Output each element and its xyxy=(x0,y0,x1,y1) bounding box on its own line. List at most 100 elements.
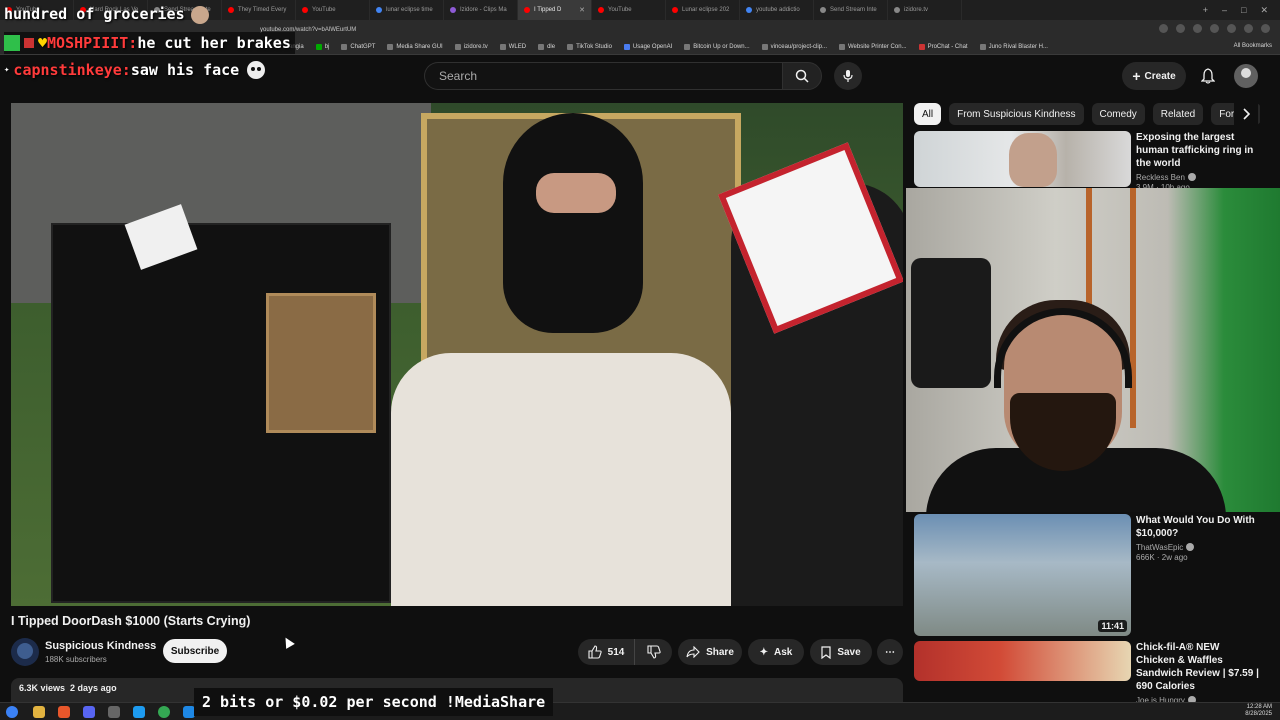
video-player[interactable] xyxy=(11,103,903,606)
file-explorer-icon[interactable] xyxy=(33,706,45,718)
extension-icon[interactable] xyxy=(1210,24,1219,33)
more-icon: ⋯ xyxy=(885,646,895,658)
subscriber-count: 188K subscribers xyxy=(45,655,107,664)
account-avatar[interactable] xyxy=(1234,64,1258,88)
notifications-button[interactable] xyxy=(1196,64,1220,88)
extension-icon[interactable] xyxy=(1227,24,1236,33)
brave-icon[interactable] xyxy=(58,706,70,718)
bookmark[interactable]: ProChat - Chat xyxy=(918,44,968,50)
recommendation-thumbnail[interactable] xyxy=(914,131,1131,187)
discord-icon[interactable] xyxy=(83,706,95,718)
bookmark[interactable]: Bitcoin Up or Down... xyxy=(684,44,750,50)
chip-next-button[interactable] xyxy=(1234,103,1258,125)
bookmark[interactable]: Media Share GUI xyxy=(387,44,443,50)
recommendation-channel[interactable]: ThatWasEpic xyxy=(1136,543,1260,552)
menu-icon[interactable] xyxy=(1261,24,1270,33)
recommendation-title[interactable]: Exposing the largest human trafficking r… xyxy=(1136,131,1260,170)
channel-name[interactable]: Suspicious Kindness xyxy=(45,640,156,652)
chip-related[interactable]: Related xyxy=(1152,103,1204,125)
ask-button[interactable]: ✦ Ask xyxy=(748,639,804,665)
google-icon xyxy=(746,7,752,13)
browser-tab[interactable]: Lunar eclipse 202 xyxy=(666,0,740,20)
close-tab-icon[interactable]: ✕ xyxy=(579,6,585,14)
browser-tab[interactable]: Izidore - Clips Ma xyxy=(444,0,518,20)
extension-icon[interactable] xyxy=(1176,24,1185,33)
start-icon[interactable] xyxy=(6,706,18,718)
chrome-icon[interactable] xyxy=(158,706,170,718)
app-icon[interactable] xyxy=(133,706,145,718)
system-tray[interactable]: 12:28 AM 8/28/2025 xyxy=(1245,704,1272,718)
bookmark[interactable]: vinceau/project-clip... xyxy=(761,44,827,50)
extension-icons xyxy=(1159,24,1270,33)
video-person-eyes xyxy=(536,173,616,213)
tab-label: YouTube xyxy=(312,7,336,13)
google-icon xyxy=(376,7,382,13)
dislike-button[interactable] xyxy=(634,639,672,665)
bookmark[interactable]: izidore.tv xyxy=(454,44,488,50)
chat-message: ♥ MOSHPIIIT: he cut her brakes xyxy=(4,32,295,54)
bookmark-icon xyxy=(623,44,630,50)
badge-icon xyxy=(24,38,34,48)
webcam-chair xyxy=(911,258,991,388)
browser-tab[interactable]: youtube addictio xyxy=(740,0,814,20)
page-icon xyxy=(450,7,456,13)
minimize-icon[interactable]: – xyxy=(1222,5,1227,16)
browser-tab[interactable]: YouTube xyxy=(296,0,370,20)
create-button[interactable]: + Create xyxy=(1122,62,1186,90)
extension-icon[interactable] xyxy=(1244,24,1253,33)
webcam-overlay xyxy=(906,188,1280,512)
recommendation-title[interactable]: Chick-fil-A® NEW Chicken & Waffles Sandw… xyxy=(1136,641,1260,693)
browser-tab[interactable]: Send Stream Inte xyxy=(814,0,888,20)
bookmark[interactable]: TikTok Studio xyxy=(567,44,612,50)
recommendation-info[interactable]: What Would You Do With $10,000? ThatWasE… xyxy=(1136,514,1260,562)
obs-icon[interactable] xyxy=(108,706,120,718)
browser-tab[interactable]: They Timed Every xyxy=(222,0,296,20)
browser-tab-active[interactable]: I Tipped D ✕ xyxy=(518,0,592,20)
browser-tab[interactable]: lunar eclipse time xyxy=(370,0,444,20)
close-window-icon[interactable]: ✕ xyxy=(1260,5,1268,16)
bookmark[interactable]: Juno Rival Blaster H... xyxy=(979,44,1048,50)
share-label: Share xyxy=(706,646,734,658)
recommendation-thumbnail[interactable]: 11:41 xyxy=(914,514,1131,636)
recommendation-channel[interactable]: Reckless Ben xyxy=(1136,173,1260,182)
bookmark[interactable]: Website Printer Con... xyxy=(838,44,907,50)
save-button[interactable]: Save xyxy=(810,639,872,665)
new-tab-icon[interactable]: + xyxy=(1203,5,1208,16)
search-placeholder: Search xyxy=(439,69,478,83)
chat-username: MOSHPIIIT: xyxy=(47,34,138,52)
chip-comedy[interactable]: Comedy xyxy=(1091,103,1145,125)
channel-avatar[interactable] xyxy=(11,638,39,666)
bookmark[interactable]: Usage OpenAI xyxy=(623,44,672,50)
tab-label: youtube addictio xyxy=(756,7,800,13)
thumbs-down-icon xyxy=(646,645,661,659)
recommendation-info[interactable]: Exposing the largest human trafficking r… xyxy=(1136,131,1260,192)
search-button[interactable] xyxy=(782,62,822,90)
tab-label: lunar eclipse time xyxy=(386,7,433,13)
search-input[interactable]: Search xyxy=(424,62,782,90)
browser-tab[interactable]: izidore.tv xyxy=(888,0,962,20)
bookmark[interactable]: dle xyxy=(538,44,555,50)
more-actions-button[interactable]: ⋯ xyxy=(877,639,903,665)
extension-icon[interactable] xyxy=(1193,24,1202,33)
checkmark-badge-icon xyxy=(4,35,20,51)
all-bookmarks-button[interactable]: All Bookmarks xyxy=(1234,43,1272,49)
browser-tab[interactable]: YouTube xyxy=(592,0,666,20)
mediashare-banner: 2 bits or $0.02 per second !MediaShare xyxy=(194,688,554,716)
share-button[interactable]: Share xyxy=(678,639,742,665)
bookmark[interactable]: bj xyxy=(315,44,329,50)
bookmark[interactable]: ChatGPT xyxy=(341,44,375,50)
like-button[interactable]: 514 xyxy=(578,639,634,665)
recommendation-title[interactable]: What Would You Do With $10,000? xyxy=(1136,514,1260,540)
voice-search-button[interactable] xyxy=(834,62,862,90)
extension-icon[interactable] xyxy=(1159,24,1168,33)
maximize-icon[interactable]: □ xyxy=(1241,5,1246,16)
chip-from-channel[interactable]: From Suspicious Kindness xyxy=(949,103,1084,125)
chip-all[interactable]: All xyxy=(914,103,942,125)
bookmark[interactable]: WLED xyxy=(499,44,526,50)
video-title: I Tipped DoorDash $1000 (Starts Crying) xyxy=(11,614,251,628)
recommendation-thumbnail[interactable] xyxy=(914,641,1131,681)
recommendation-info[interactable]: Chick-fil-A® NEW Chicken & Waffles Sandw… xyxy=(1136,641,1260,705)
subscribe-button[interactable]: Subscribe xyxy=(163,639,227,663)
tab-label: Send Stream Inte xyxy=(830,7,877,13)
chat-username: capnstinkeye: xyxy=(13,61,131,79)
